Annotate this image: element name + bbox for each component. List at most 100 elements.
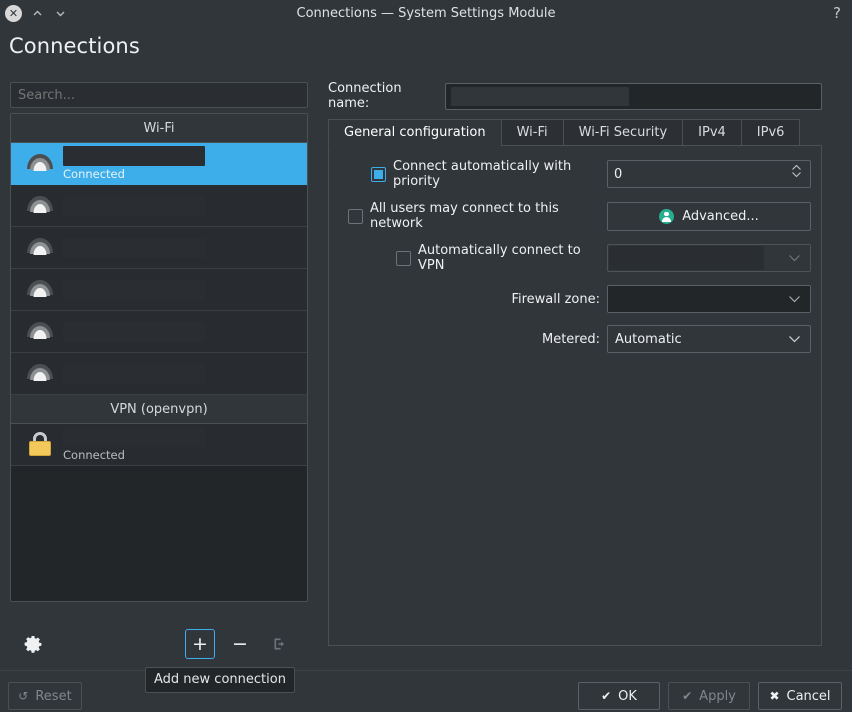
connection-name-label: Connection name: (328, 81, 402, 111)
metered-label: Metered: (542, 331, 600, 347)
sidebar-toolbar: + − (10, 628, 308, 660)
user-icon (659, 208, 675, 224)
tab-ipv4[interactable]: IPv4 (682, 119, 742, 146)
group-header-wifi: Wi-Fi (11, 114, 307, 143)
row-connect-automatically: Connect automatically with priority 0 (339, 159, 811, 189)
window-titlebar: ✕ Connections — System Settings Module ? (0, 0, 852, 26)
cancel-button[interactable]: ✖ Cancel (758, 682, 842, 710)
wifi-icon (23, 275, 57, 305)
ok-button[interactable]: ✔ OK (578, 682, 660, 710)
general-configuration-panel: Connect automatically with priority 0 Al… (328, 145, 822, 646)
list-item-name-redacted (63, 195, 205, 216)
chevron-down-icon[interactable] (52, 5, 68, 21)
close-icon: ✖ (769, 689, 780, 703)
firewall-zone-label: Firewall zone: (511, 291, 600, 307)
configuration-panel: Connection name: General configuration W… (328, 81, 822, 646)
list-item-text: Connected (63, 146, 205, 181)
list-item[interactable] (11, 185, 307, 227)
settings-tabbar: General configuration Wi-Fi Wi-Fi Securi… (328, 119, 822, 146)
list-item-text (63, 195, 205, 216)
list-item-name-redacted (63, 427, 205, 447)
close-circle-icon[interactable]: ✕ (5, 4, 22, 22)
wifi-icon (23, 359, 57, 389)
all-users-label: All users may connect to this network (370, 201, 559, 231)
wifi-icon (23, 191, 57, 221)
list-item-text (63, 279, 205, 300)
connection-name-row: Connection name: (328, 81, 822, 111)
priority-stepper[interactable]: 0 (607, 160, 811, 188)
cancel-button-label: Cancel (786, 688, 831, 704)
page-title: Connections (9, 34, 140, 58)
connect-automatically-label: Connect automatically with priority (393, 159, 572, 189)
check-icon: ✔ (682, 689, 693, 703)
gear-icon[interactable] (22, 633, 44, 655)
list-item[interactable] (11, 227, 307, 269)
chevron-down-icon (788, 293, 801, 306)
metered-value: Automatic (615, 331, 682, 347)
connection-name-redacted (451, 86, 629, 106)
priority-value: 0 (614, 166, 623, 182)
list-item-name-redacted (63, 363, 205, 384)
window-title: Connections — System Settings Module (296, 5, 556, 21)
export-icon[interactable] (265, 629, 295, 659)
list-item-name-redacted (63, 279, 205, 300)
dialog-footer: ↺ Reset ✔ OK ✔ Apply ✖ Cancel (0, 670, 852, 712)
advanced-button[interactable]: Advanced... (607, 201, 811, 231)
row-auto-vpn: Automatically connect to VPN (339, 243, 811, 273)
list-item[interactable] (11, 353, 307, 395)
list-item-name-redacted (63, 321, 205, 342)
row-firewall-zone: Firewall zone: (339, 285, 811, 313)
list-item-text: Connected (63, 427, 205, 462)
add-connection-button[interactable]: + (185, 629, 215, 659)
list-item-status: Connected (63, 448, 125, 462)
wifi-icon (23, 149, 57, 179)
wifi-icon (23, 233, 57, 263)
connection-name-input[interactable] (445, 82, 822, 110)
reset-button-label: Reset (35, 688, 72, 704)
list-item-text (63, 363, 205, 384)
list-item[interactable] (11, 269, 307, 311)
list-item-name-redacted (63, 237, 205, 258)
list-item[interactable]: Connected (11, 143, 307, 185)
list-item[interactable]: Connected (11, 424, 307, 466)
list-item-name-redacted (63, 146, 205, 166)
firewall-zone-redacted (608, 286, 810, 312)
tab-ipv6[interactable]: IPv6 (740, 119, 801, 146)
vpn-select-redacted (609, 246, 764, 270)
list-item-status: Connected (63, 167, 125, 181)
firewall-zone-select[interactable] (607, 285, 811, 313)
chevron-up-icon[interactable] (29, 5, 45, 21)
remove-connection-button[interactable]: − (225, 629, 255, 659)
tab-wifi-security[interactable]: Wi-Fi Security (562, 119, 684, 146)
row-metered: Metered: Automatic (339, 325, 811, 353)
row-all-users: All users may connect to this network Ad… (339, 201, 811, 231)
apply-button-label: Apply (699, 688, 736, 704)
reset-button[interactable]: ↺ Reset (8, 682, 82, 710)
search-input[interactable] (10, 82, 308, 108)
all-users-checkbox[interactable] (348, 208, 363, 224)
auto-connect-vpn-label: Automatically connect to VPN (418, 243, 581, 273)
check-icon: ✔ (601, 689, 612, 703)
help-icon[interactable]: ? (833, 5, 841, 21)
ok-button-label: OK (618, 688, 637, 704)
main-content: Wi-Fi Connected (0, 70, 852, 693)
stepper-arrows[interactable] (791, 164, 802, 178)
list-item-text (63, 237, 205, 258)
list-item[interactable] (11, 311, 307, 353)
tooltip-add-new-connection: Add new connection (145, 667, 295, 693)
tab-wifi[interactable]: Wi-Fi (500, 119, 564, 146)
tab-general-configuration[interactable]: General configuration (328, 119, 502, 146)
chevron-down-icon (788, 333, 801, 346)
apply-button[interactable]: ✔ Apply (668, 682, 750, 710)
list-item-text (63, 321, 205, 342)
connect-automatically-checkbox[interactable] (371, 166, 386, 182)
auto-connect-vpn-checkbox[interactable] (396, 250, 411, 266)
metered-select[interactable]: Automatic (607, 325, 811, 353)
connection-list[interactable]: Wi-Fi Connected VPN (openvpn) Connected (10, 113, 308, 602)
chevron-down-icon (788, 252, 801, 265)
group-header-vpn: VPN (openvpn) (11, 395, 307, 424)
reset-icon: ↺ (18, 689, 29, 703)
advanced-button-label: Advanced... (682, 208, 759, 224)
vpn-select[interactable] (607, 244, 811, 272)
wifi-icon (23, 317, 57, 347)
